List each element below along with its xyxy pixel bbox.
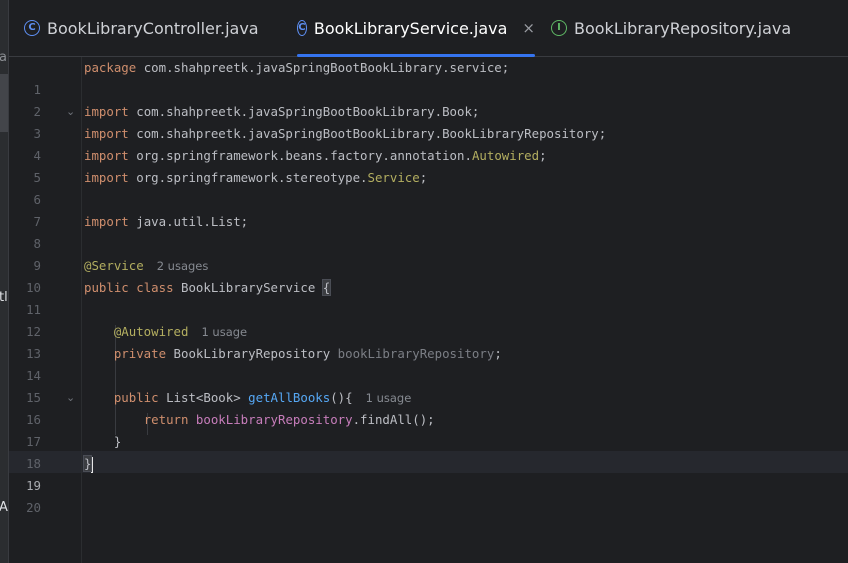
- code-line: 7: [8, 189, 848, 229]
- tab-label: BookLibraryService.java: [313, 18, 508, 38]
- close-brace: }: [113, 434, 122, 449]
- keyword: return: [143, 412, 189, 427]
- code-line: 5 import org.springframework.beans.facto…: [8, 145, 848, 185]
- class-icon: C: [297, 20, 307, 36]
- tab-label: BookLibraryController.java: [47, 18, 259, 38]
- code-line: 20: [8, 475, 848, 515]
- project-pane-edge[interactable]: ar tl A: [0, 0, 9, 563]
- tab-book-library-controller[interactable]: C BookLibraryController.java: [24, 0, 259, 56]
- usages-hint[interactable]: 2 usages: [157, 259, 209, 273]
- unused-field: bookLibraryRepository: [337, 346, 495, 361]
- usages-hint[interactable]: 1 usage: [366, 391, 412, 405]
- semicolon: ;: [494, 346, 502, 361]
- code-line-current: 19 }: [8, 453, 848, 493]
- code-line: 8 import java.util.List;: [8, 211, 848, 251]
- type-name: BookLibraryRepository: [173, 346, 331, 361]
- annotation: @Service: [84, 258, 144, 273]
- project-pane-fragment: tl: [0, 290, 8, 305]
- code-line: 2: [8, 79, 848, 119]
- keyword: import: [84, 104, 129, 119]
- keyword: import: [84, 170, 129, 185]
- text-caret: [91, 456, 94, 473]
- semicolon: ;: [419, 170, 428, 185]
- import-path: java.util.List;: [136, 214, 249, 229]
- annotation-class: Service: [367, 170, 420, 185]
- semicolon: ;: [539, 148, 547, 163]
- fold-chevron-icon[interactable]: ⌄: [66, 101, 75, 123]
- tab-label: BookLibraryRepository.java: [574, 18, 792, 38]
- keyword: public: [84, 280, 129, 295]
- class-name: BookLibraryService: [181, 280, 316, 295]
- method-signature: (){: [330, 390, 353, 405]
- code-line: 1 package com.shahpreetk.javaSpringBootB…: [8, 57, 848, 97]
- import-path: com.shahpreetk.javaSpringBootBookLibrary…: [136, 126, 607, 141]
- brace-match: {: [321, 279, 332, 296]
- code-editor[interactable]: 1 package com.shahpreetk.javaSpringBootB…: [8, 57, 848, 563]
- interface-icon: I: [551, 20, 567, 36]
- code-line: 12: [8, 299, 848, 339]
- project-pane-selection: [0, 74, 8, 132]
- line-number: 20: [26, 500, 41, 515]
- code-line: 3 ⌄ import com.shahpreetk.javaSpringBoot…: [8, 101, 848, 141]
- project-pane-fragment: ar: [0, 50, 8, 65]
- keyword: class: [136, 280, 174, 295]
- code-line: 6 import org.springframework.stereotype.…: [8, 167, 848, 207]
- code-line: 16 ⌄ public List<Book> getAllBooks(){1 u…: [8, 387, 848, 427]
- package-name: com.shahpreetk.javaSpringBootBookLibrary…: [143, 60, 510, 75]
- keyword: public: [113, 390, 159, 405]
- code-line: 13 @Autowired 1 usage: [8, 321, 848, 361]
- import-path: com.shahpreetk.javaSpringBootBookLibrary…: [136, 104, 480, 119]
- annotation: @Autowired: [113, 324, 189, 339]
- tab-book-library-service[interactable]: C BookLibraryService.java ×: [297, 0, 535, 57]
- usages-hint[interactable]: 1 usage: [201, 325, 247, 339]
- code-line: 4 import com.shahpreetk.javaSpringBootBo…: [8, 123, 848, 163]
- method-call: .findAll();: [352, 412, 435, 427]
- type-name: List<Book>: [166, 390, 241, 405]
- import-path: org.springframework.beans.factory.annota…: [136, 148, 472, 163]
- keyword: package: [84, 60, 137, 75]
- editor-tab-bar: C BookLibraryController.java C BookLibra…: [8, 0, 848, 57]
- keyword: private: [113, 346, 167, 361]
- field-reference: bookLibraryRepository: [195, 412, 353, 427]
- brace-match: }: [82, 455, 93, 472]
- code-line: 10 @Service 2 usages: [8, 255, 848, 295]
- code-line: 15: [8, 365, 848, 405]
- class-icon: C: [24, 20, 40, 36]
- code-line: 18 }: [8, 431, 848, 471]
- code-line: 11 public class BookLibraryService {: [8, 277, 848, 317]
- import-path: org.springframework.stereotype.: [136, 170, 368, 185]
- code-line: 17 return bookLibraryRepository.findAll(…: [8, 409, 848, 449]
- project-pane-fragment: A: [0, 500, 8, 515]
- keyword: import: [84, 148, 129, 163]
- method-name: getAllBooks: [248, 390, 331, 405]
- annotation-class: Autowired: [471, 148, 540, 163]
- close-icon[interactable]: ×: [522, 19, 535, 37]
- keyword: import: [84, 214, 129, 229]
- fold-chevron-icon[interactable]: ⌄: [66, 387, 75, 409]
- tab-book-library-repository[interactable]: I BookLibraryRepository.java: [551, 0, 791, 56]
- keyword: import: [84, 126, 129, 141]
- code-line: 9: [8, 233, 848, 273]
- code-line: 14 private BookLibraryRepository bookLib…: [8, 343, 848, 383]
